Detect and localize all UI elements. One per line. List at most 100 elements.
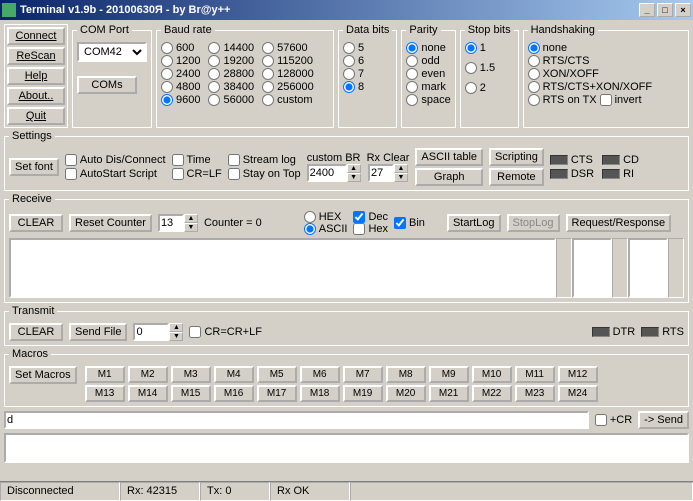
scrollbar[interactable] <box>612 238 628 298</box>
baud-56000-radio[interactable] <box>208 94 220 106</box>
sb-1-radio[interactable] <box>465 42 477 54</box>
baud-57600-radio[interactable] <box>262 42 274 54</box>
macro-m5-button[interactable]: M5 <box>257 366 297 383</box>
scripting-button[interactable]: Scripting <box>489 148 544 166</box>
ascii-radio[interactable] <box>304 223 316 235</box>
startlog-button[interactable]: StartLog <box>447 214 501 232</box>
maximize-button[interactable]: □ <box>657 3 673 17</box>
macro-m22-button[interactable]: M22 <box>472 385 512 402</box>
macro-m7-button[interactable]: M7 <box>343 366 383 383</box>
macro-m11-button[interactable]: M11 <box>515 366 555 383</box>
macro-m6-button[interactable]: M6 <box>300 366 340 383</box>
baud-1200-radio[interactable] <box>161 55 173 67</box>
baud-28800-radio[interactable] <box>208 68 220 80</box>
hex-radio[interactable] <box>304 211 316 223</box>
macro-m12-button[interactable]: M12 <box>558 366 598 383</box>
setfont-button[interactable]: Set font <box>9 158 59 176</box>
baud-256000-radio[interactable] <box>262 81 274 93</box>
custombr-input[interactable] <box>307 164 347 182</box>
autostart-checkbox[interactable] <box>65 168 77 180</box>
reqres-button[interactable]: Request/Response <box>566 214 672 232</box>
help-button[interactable]: Help <box>7 67 65 85</box>
hs-radio[interactable] <box>528 55 540 67</box>
baud-600-radio[interactable] <box>161 42 173 54</box>
counter-input[interactable] <box>158 214 184 232</box>
time-checkbox[interactable] <box>172 154 184 166</box>
hs-radio[interactable] <box>528 68 540 80</box>
baud-128000-radio[interactable] <box>262 68 274 80</box>
baud-9600-radio[interactable] <box>161 94 173 106</box>
close-button[interactable]: × <box>675 3 691 17</box>
db-6-radio[interactable] <box>343 55 355 67</box>
reset-counter-button[interactable]: Reset Counter <box>69 214 152 232</box>
macro-m23-button[interactable]: M23 <box>515 385 555 402</box>
transmit-textarea[interactable] <box>4 433 689 463</box>
db-8-radio[interactable] <box>343 81 355 93</box>
receive-clear-button[interactable]: CLEAR <box>9 214 63 232</box>
sb-2-radio[interactable] <box>465 82 477 94</box>
baud-38400-radio[interactable] <box>208 81 220 93</box>
dec-checkbox[interactable] <box>353 211 365 223</box>
hs-radio[interactable] <box>528 42 540 54</box>
baud-2400-radio[interactable] <box>161 68 173 80</box>
rxclear-input[interactable] <box>368 164 394 182</box>
send-button[interactable]: -> Send <box>638 411 689 429</box>
invert-checkbox[interactable] <box>600 94 612 106</box>
macro-m21-button[interactable]: M21 <box>429 385 469 402</box>
spin-down-icon[interactable]: ▼ <box>347 173 361 182</box>
par-none-radio[interactable] <box>406 42 418 54</box>
macro-m8-button[interactable]: M8 <box>386 366 426 383</box>
macro-m20-button[interactable]: M20 <box>386 385 426 402</box>
coms-button[interactable]: COMs <box>77 76 137 94</box>
macro-m24-button[interactable]: M24 <box>558 385 598 402</box>
par-even-radio[interactable] <box>406 68 418 80</box>
setmacros-button[interactable]: Set Macros <box>9 366 77 384</box>
baud-custom-radio[interactable] <box>262 94 274 106</box>
remote-button[interactable]: Remote <box>489 168 544 186</box>
baud-14400-radio[interactable] <box>208 42 220 54</box>
db-5-radio[interactable] <box>343 42 355 54</box>
about-button[interactable]: About.. <box>7 87 65 105</box>
asciitable-button[interactable]: ASCII table <box>415 148 483 166</box>
macro-m16-button[interactable]: M16 <box>214 385 254 402</box>
graph-button[interactable]: Graph <box>415 168 483 186</box>
rescan-button[interactable]: ReScan <box>7 47 65 65</box>
db-7-radio[interactable] <box>343 68 355 80</box>
par-odd-radio[interactable] <box>406 55 418 67</box>
bin-checkbox[interactable] <box>394 217 406 229</box>
macro-m3-button[interactable]: M3 <box>171 366 211 383</box>
crlf-checkbox[interactable] <box>172 168 184 180</box>
connect-button[interactable]: Connect <box>7 27 65 45</box>
scrollbar[interactable] <box>668 238 684 298</box>
hs-radio[interactable] <box>528 81 540 93</box>
macro-m15-button[interactable]: M15 <box>171 385 211 402</box>
minimize-button[interactable]: _ <box>639 3 655 17</box>
baud-19200-radio[interactable] <box>208 55 220 67</box>
spin-up-icon[interactable]: ▲ <box>347 164 361 173</box>
spin-down-icon[interactable]: ▼ <box>394 173 408 182</box>
transmit-clear-button[interactable]: CLEAR <box>9 323 63 341</box>
sendfile-button[interactable]: Send File <box>69 323 127 341</box>
quit-button[interactable]: Quit <box>7 107 65 125</box>
baud-4800-radio[interactable] <box>161 81 173 93</box>
macro-m17-button[interactable]: M17 <box>257 385 297 402</box>
par-space-radio[interactable] <box>406 94 418 106</box>
macro-m9-button[interactable]: M9 <box>429 366 469 383</box>
hex-checkbox[interactable] <box>353 223 365 235</box>
macro-m18-button[interactable]: M18 <box>300 385 340 402</box>
sb-1.5-radio[interactable] <box>465 62 477 74</box>
send-input[interactable] <box>4 411 589 429</box>
macro-m1-button[interactable]: M1 <box>85 366 125 383</box>
autodisconnect-checkbox[interactable] <box>65 154 77 166</box>
receive-textarea[interactable] <box>9 238 556 298</box>
crcrlf-checkbox[interactable] <box>189 326 201 338</box>
com-port-select[interactable]: COM42 <box>77 42 147 62</box>
macro-m19-button[interactable]: M19 <box>343 385 383 402</box>
macro-m13-button[interactable]: M13 <box>85 385 125 402</box>
scrollbar[interactable] <box>556 238 572 298</box>
macro-m10-button[interactable]: M10 <box>472 366 512 383</box>
par-mark-radio[interactable] <box>406 81 418 93</box>
macro-m2-button[interactable]: M2 <box>128 366 168 383</box>
baud-115200-radio[interactable] <box>262 55 274 67</box>
stayontop-checkbox[interactable] <box>228 168 240 180</box>
